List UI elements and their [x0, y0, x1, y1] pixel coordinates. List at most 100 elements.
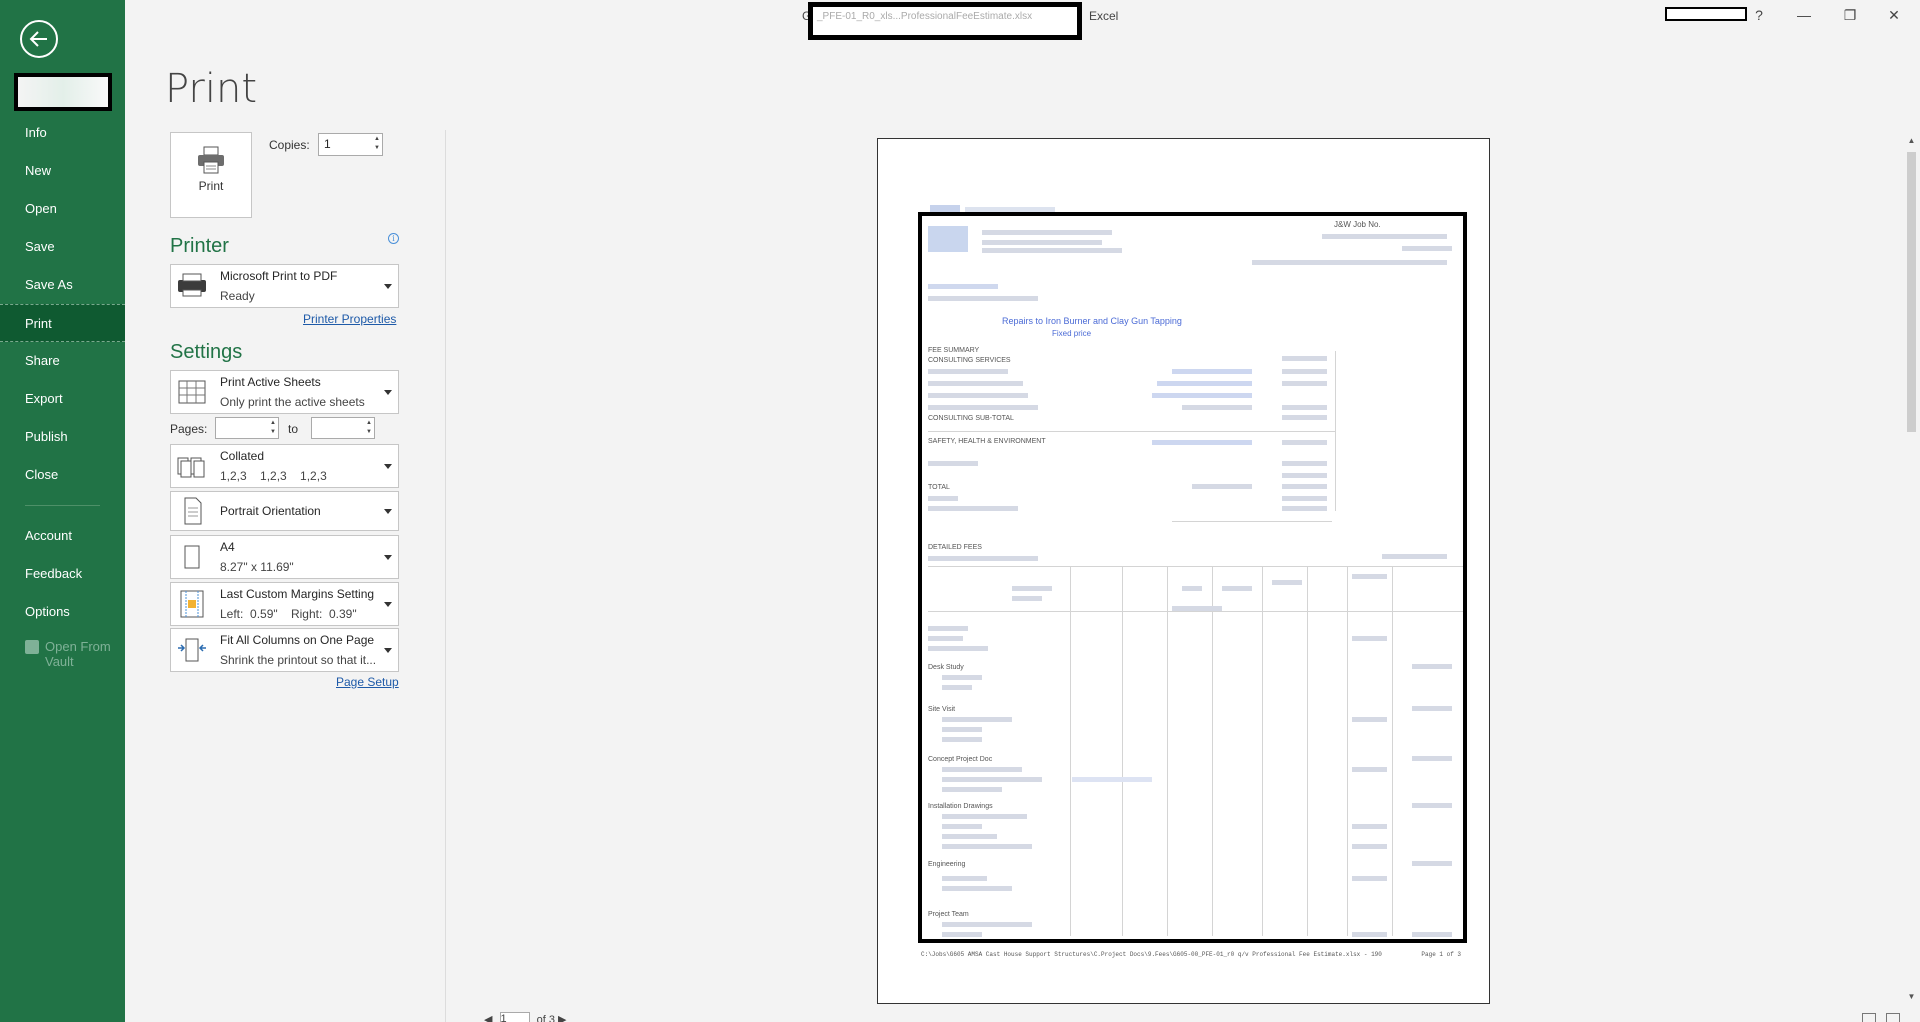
nav-export[interactable]: Export — [0, 380, 125, 418]
preview-view-toggles — [1856, 1012, 1900, 1022]
printer-properties-link[interactable]: Printer Properties — [303, 312, 396, 326]
preview-row-installation: Installation Drawings — [928, 803, 993, 810]
copies-input[interactable]: 1 ▲ ▼ — [318, 133, 383, 156]
info-icon[interactable]: i — [388, 233, 399, 244]
printer-section-title: Printer — [170, 235, 229, 257]
pages-label: Pages: — [170, 422, 208, 436]
fit-columns-icon — [177, 636, 207, 664]
zoom-to-page-icon[interactable] — [1886, 1013, 1900, 1022]
chevron-down-icon — [384, 284, 392, 289]
next-page-icon[interactable]: ▶ — [558, 1014, 566, 1022]
margins-sub: Left: 0.59" Right: 0.39" — [220, 607, 357, 621]
portrait-page-icon — [177, 497, 207, 525]
nav-account[interactable]: Account — [0, 517, 125, 555]
nav-open-from-vault-label: Open From Vault — [45, 639, 111, 669]
preview-consulting: CONSULTING SERVICES — [928, 357, 1011, 364]
print-what-sub: Only print the active sheets — [220, 395, 365, 409]
pages-from-input[interactable]: ▲ ▼ — [215, 417, 279, 439]
preview-sub: Fixed price — [1052, 329, 1092, 338]
preview-row-concept: Concept Project Doc — [928, 756, 993, 763]
preview-footer-page: Page 1 of 3 — [1421, 951, 1461, 958]
chevron-down-icon — [384, 390, 392, 395]
nav-info[interactable]: Info — [0, 114, 125, 152]
chevron-down-icon — [384, 555, 392, 560]
paper-size-sub: 8.27" x 11.69" — [220, 560, 294, 574]
pdf-printer-icon — [177, 272, 207, 300]
scaling-sub: Shrink the printout so that it... — [220, 653, 377, 667]
chevron-down-icon — [384, 602, 392, 607]
orientation-dropdown[interactable]: Portrait Orientation — [170, 491, 399, 531]
nav-share[interactable]: Share — [0, 342, 125, 380]
copies-value: 1 — [324, 137, 331, 151]
nav-feedback[interactable]: Feedback — [0, 555, 125, 593]
preview-she: SAFETY, HEALTH & ENVIRONMENT — [928, 438, 1046, 445]
print-what-dropdown[interactable]: Print Active Sheets Only print the activ… — [170, 370, 399, 414]
current-page-input[interactable]: 1 — [499, 1012, 530, 1022]
preview-row-site-visit: Site Visit — [928, 706, 956, 713]
scroll-down-icon[interactable]: ▼ — [1903, 990, 1920, 1004]
chevron-down-icon — [384, 464, 392, 469]
settings-section-title: Settings — [170, 341, 243, 363]
redacted-account-name — [1665, 7, 1747, 21]
collation-sub: 1,2,3 1,2,3 1,2,3 — [220, 469, 327, 483]
scroll-thumb[interactable] — [1907, 152, 1916, 432]
close-window-button[interactable]: ✕ — [1882, 4, 1906, 26]
pages-to-input[interactable]: ▲ ▼ — [311, 417, 375, 439]
minimize-button[interactable]: — — [1792, 4, 1816, 26]
preview-content-frame: J&W Job No. Repairs to Iron Burner and C… — [918, 212, 1467, 943]
copies-label: Copies: — [269, 138, 310, 152]
preview-header-right: J&W Job No. — [1334, 220, 1381, 229]
orientation-title: Portrait Orientation — [220, 504, 321, 518]
collation-dropdown[interactable]: Collated 1,2,3 1,2,3 1,2,3 — [170, 444, 399, 488]
preview-fee-summary: FEE SUMMARY — [928, 347, 980, 354]
nav-publish[interactable]: Publish — [0, 418, 125, 456]
chevron-down-icon — [384, 648, 392, 653]
printer-icon — [195, 145, 227, 175]
pages-to-spinner-icon[interactable]: ▲ ▼ — [366, 419, 372, 437]
preview-row-engineering: Engineering — [928, 861, 966, 868]
page-count: of 3 — [536, 1013, 555, 1022]
printer-dropdown[interactable]: Microsoft Print to PDF Ready — [170, 264, 399, 308]
paper-size-title: A4 — [220, 540, 235, 554]
print-what-title: Print Active Sheets — [220, 375, 321, 389]
chevron-down-icon — [384, 509, 392, 514]
page-navigator: ◀ 1 of 3 ▶ — [484, 1012, 566, 1022]
nav-divider — [25, 505, 100, 506]
back-arrow-icon[interactable] — [20, 20, 58, 58]
preview-consulting-subtotal: CONSULTING SUB-TOTAL — [928, 415, 1014, 422]
panel-divider — [445, 130, 446, 1022]
nav-open-from-vault: Open From Vault — [0, 631, 125, 677]
nav-new[interactable]: New — [0, 152, 125, 190]
sheet-grid-icon — [177, 378, 207, 406]
preview-vertical-scrollbar[interactable]: ▲ ▼ — [1903, 134, 1920, 1004]
prev-page-icon[interactable]: ◀ — [484, 1014, 492, 1022]
nav-close[interactable]: Close — [0, 456, 125, 494]
print-button[interactable]: Print — [170, 132, 252, 218]
paper-size-dropdown[interactable]: A4 8.27" x 11.69" — [170, 535, 399, 579]
backstage-nav: Info New Open Save Save As Print Share E… — [0, 114, 125, 677]
preview-footer-path: C:\Jobs\G605 AMSA Cast House Support Str… — [921, 951, 1382, 958]
nav-options[interactable]: Options — [0, 593, 125, 631]
preview-row-project-team: Project Team — [928, 911, 969, 918]
nav-save-as[interactable]: Save As — [0, 266, 125, 304]
collated-pages-icon — [177, 452, 207, 480]
preview-footer: C:\Jobs\G605 AMSA Cast House Support Str… — [921, 951, 1461, 958]
collation-title: Collated — [220, 449, 265, 463]
show-margins-icon[interactable] — [1861, 1013, 1876, 1022]
scaling-title: Fit All Columns on One Page — [220, 633, 375, 647]
scaling-dropdown[interactable]: Fit All Columns on One Page Shrink the p… — [170, 628, 399, 672]
help-button[interactable]: ? — [1747, 4, 1771, 26]
page-setup-link[interactable]: Page Setup — [336, 675, 399, 689]
nav-open[interactable]: Open — [0, 190, 125, 228]
redacted-filename: _PFE-01_R0_xls...ProfessionalFeeEstimate… — [808, 2, 1082, 40]
restore-button[interactable]: ❐ — [1838, 4, 1862, 26]
pages-from-spinner-icon[interactable]: ▲ ▼ — [270, 419, 276, 437]
page-title: Print — [165, 66, 258, 112]
nav-save[interactable]: Save — [0, 228, 125, 266]
scroll-up-icon[interactable]: ▲ — [1903, 134, 1920, 148]
margins-dropdown[interactable]: Last Custom Margins Setting Left: 0.59" … — [170, 582, 399, 626]
backstage-sidebar: Info New Open Save Save As Print Share E… — [0, 0, 125, 1022]
copies-spinner-icon[interactable]: ▲ ▼ — [374, 135, 380, 153]
nav-print[interactable]: Print — [0, 304, 125, 342]
title-bar: G _PFE-01_R0_xls...ProfessionalFeeEstima… — [125, 0, 1920, 40]
